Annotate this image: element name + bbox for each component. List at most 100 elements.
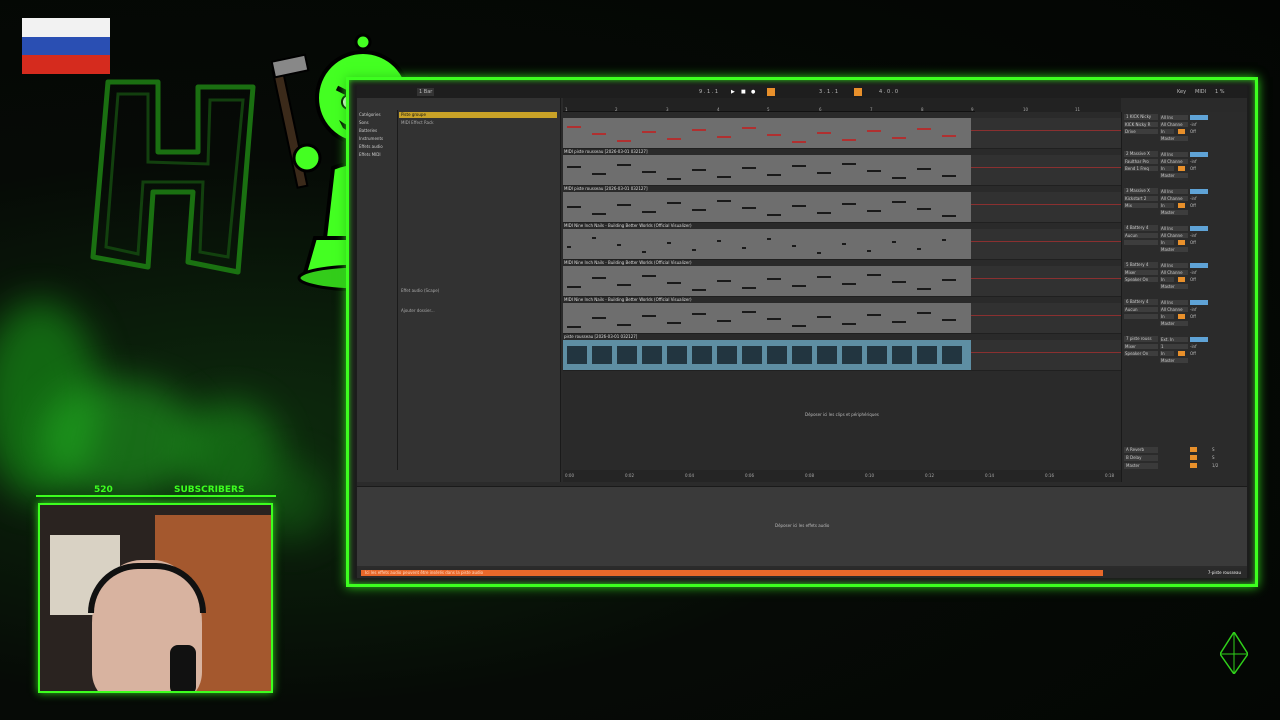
- track-activator-button[interactable]: [1190, 263, 1208, 268]
- return-activator[interactable]: [1190, 447, 1197, 452]
- midi-clip[interactable]: MIDI piste rousseau [2026-03-01 032127]: [563, 186, 971, 222]
- input-type-select[interactable]: Ext. In: [1160, 337, 1188, 342]
- volume-readout[interactable]: -inf: [1190, 344, 1208, 349]
- input-channel-select[interactable]: All Channe: [1160, 122, 1188, 127]
- output-select[interactable]: Master: [1160, 247, 1188, 252]
- volume-readout[interactable]: -inf: [1190, 233, 1208, 238]
- midi-clip[interactable]: MIDI Nine Inch Nails - Building Better W…: [563, 297, 971, 333]
- monitor-in-button[interactable]: In: [1160, 240, 1174, 245]
- track-lane[interactable]: MIDI Nine Inch Nails - Building Better W…: [563, 260, 1121, 297]
- play-icon[interactable]: ▶: [729, 88, 737, 96]
- track-lane[interactable]: MIDI piste rousseau [2026-03-01 032127]: [563, 186, 1121, 223]
- stop-icon[interactable]: ■: [739, 88, 748, 96]
- empty-lane[interactable]: [971, 155, 1121, 185]
- empty-lane[interactable]: [971, 340, 1121, 370]
- browser-category[interactable]: Catégories: [359, 112, 381, 117]
- device-chain-slot[interactable]: Kickstart 2: [1124, 196, 1158, 201]
- device-chain-slot[interactable]: Mixer: [1124, 344, 1158, 349]
- arm-button[interactable]: [1178, 203, 1185, 208]
- device-chain-slot[interactable]: Faulthar Pro: [1124, 159, 1158, 164]
- beat-ruler-ext[interactable]: 10 11: [975, 98, 1121, 112]
- track-lane[interactable]: MIDI Nine Inch Nails - Building Better W…: [563, 223, 1121, 260]
- monitor-off-button[interactable]: Off: [1190, 277, 1208, 282]
- input-type-select[interactable]: All Ins: [1160, 300, 1188, 305]
- browser-item[interactable]: Ajouter dossier...: [399, 308, 557, 314]
- empty-lane[interactable]: [971, 266, 1121, 296]
- browser-category[interactable]: Instruments: [359, 136, 383, 141]
- quantize-select[interactable]: 1 Bar: [417, 88, 435, 96]
- input-type-select[interactable]: All Ins: [1160, 226, 1188, 231]
- return-name[interactable]: A Reverb: [1124, 447, 1158, 453]
- arm-button[interactable]: [1178, 240, 1185, 245]
- return-value[interactable]: 1/2: [1212, 463, 1220, 468]
- track-name[interactable]: 5 Battery 4: [1124, 262, 1158, 268]
- volume-readout[interactable]: -inf: [1190, 270, 1208, 275]
- input-channel-select[interactable]: All Channe: [1160, 159, 1188, 164]
- device-chain-slot[interactable]: Speaker On: [1124, 277, 1158, 282]
- track-name[interactable]: 3 Massive X: [1124, 188, 1158, 194]
- track-activator-button[interactable]: [1190, 152, 1208, 157]
- track-lane[interactable]: piste rousseau [2026-03-01 032127]: [563, 334, 1121, 371]
- monitor-in-button[interactable]: In: [1160, 277, 1174, 282]
- return-value[interactable]: S: [1212, 447, 1220, 452]
- return-activator[interactable]: [1190, 463, 1197, 468]
- browser-category[interactable]: Effets MIDI: [359, 152, 381, 157]
- midi-clip[interactable]: MIDI Nine Inch Nails - Building Better W…: [563, 223, 971, 259]
- monitor-off-button[interactable]: Off: [1190, 166, 1208, 171]
- output-select[interactable]: Master: [1160, 321, 1188, 326]
- device-chain-slot[interactable]: KICK Nicky R: [1124, 122, 1158, 127]
- volume-readout[interactable]: -inf: [1190, 159, 1208, 164]
- track-activator-button[interactable]: [1190, 226, 1208, 231]
- loop-start-readout[interactable]: 3 . 1 . 1: [817, 88, 840, 96]
- track-name[interactable]: 4 Battery 4: [1124, 225, 1158, 231]
- browser-category[interactable]: Effets audio: [359, 144, 383, 149]
- return-activator[interactable]: [1190, 455, 1197, 460]
- browser-category[interactable]: Batteries: [359, 128, 377, 133]
- return-value[interactable]: S: [1212, 455, 1220, 460]
- input-channel-select[interactable]: All Channe: [1160, 233, 1188, 238]
- arm-button[interactable]: [1178, 129, 1185, 134]
- output-select[interactable]: Master: [1160, 358, 1188, 363]
- time-ruler[interactable]: 0:00 0:02 0:04 0:06 0:08 0:10 0:12 0:14 …: [563, 470, 1121, 482]
- empty-lane[interactable]: [971, 229, 1121, 259]
- return-name[interactable]: Master: [1124, 463, 1158, 469]
- volume-readout[interactable]: -inf: [1190, 307, 1208, 312]
- empty-lane[interactable]: [971, 118, 1121, 148]
- browser-item[interactable]: Effet audio (Scape): [399, 288, 557, 294]
- position-readout[interactable]: 9 . 1 . 1: [697, 88, 720, 96]
- input-type-select[interactable]: All Ins: [1160, 263, 1188, 268]
- monitor-in-button[interactable]: In: [1160, 314, 1174, 319]
- input-type-select[interactable]: All Ins: [1160, 189, 1188, 194]
- monitor-off-button[interactable]: Off: [1190, 240, 1208, 245]
- output-select[interactable]: Master: [1160, 210, 1188, 215]
- volume-readout[interactable]: -inf: [1190, 122, 1208, 127]
- monitor-in-button[interactable]: In: [1160, 166, 1174, 171]
- empty-lane[interactable]: [971, 303, 1121, 333]
- output-select[interactable]: Master: [1160, 173, 1188, 178]
- track-activator-button[interactable]: [1190, 337, 1208, 342]
- device-chain-slot[interactable]: Bend 1 Freq: [1124, 166, 1158, 171]
- monitor-off-button[interactable]: Off: [1190, 203, 1208, 208]
- midi-clip[interactable]: MIDI piste rousseau [2026-03-01 032127]: [563, 149, 971, 185]
- loop-toggle-button[interactable]: [854, 88, 862, 96]
- track-activator-button[interactable]: [1190, 115, 1208, 120]
- monitor-in-button[interactable]: In: [1160, 351, 1174, 356]
- empty-lane[interactable]: [971, 192, 1121, 222]
- input-type-select[interactable]: All Ins: [1160, 152, 1188, 157]
- arrangement-record-button[interactable]: [767, 88, 775, 96]
- input-channel-select[interactable]: All Channe: [1160, 307, 1188, 312]
- input-channel-select[interactable]: 1: [1160, 344, 1188, 349]
- browser-category[interactable]: Sons: [359, 120, 369, 125]
- monitor-off-button[interactable]: Off: [1190, 129, 1208, 134]
- input-channel-select[interactable]: All Channe: [1160, 270, 1188, 275]
- browser-item-selected[interactable]: Piste groupe: [399, 112, 557, 118]
- monitor-in-button[interactable]: In: [1160, 129, 1174, 134]
- loop-length-readout[interactable]: 4 . 0 . 0: [877, 88, 900, 96]
- key-map-button[interactable]: Key: [1175, 88, 1188, 96]
- output-select[interactable]: Master: [1160, 284, 1188, 289]
- device-chain-slot[interactable]: Aucun: [1124, 233, 1158, 238]
- arm-button[interactable]: [1178, 166, 1185, 171]
- track-lane[interactable]: MIDI piste rousseau [2026-03-01 032127]: [563, 149, 1121, 186]
- device-chain-slot[interactable]: Mix: [1124, 203, 1158, 208]
- track-activator-button[interactable]: [1190, 300, 1208, 305]
